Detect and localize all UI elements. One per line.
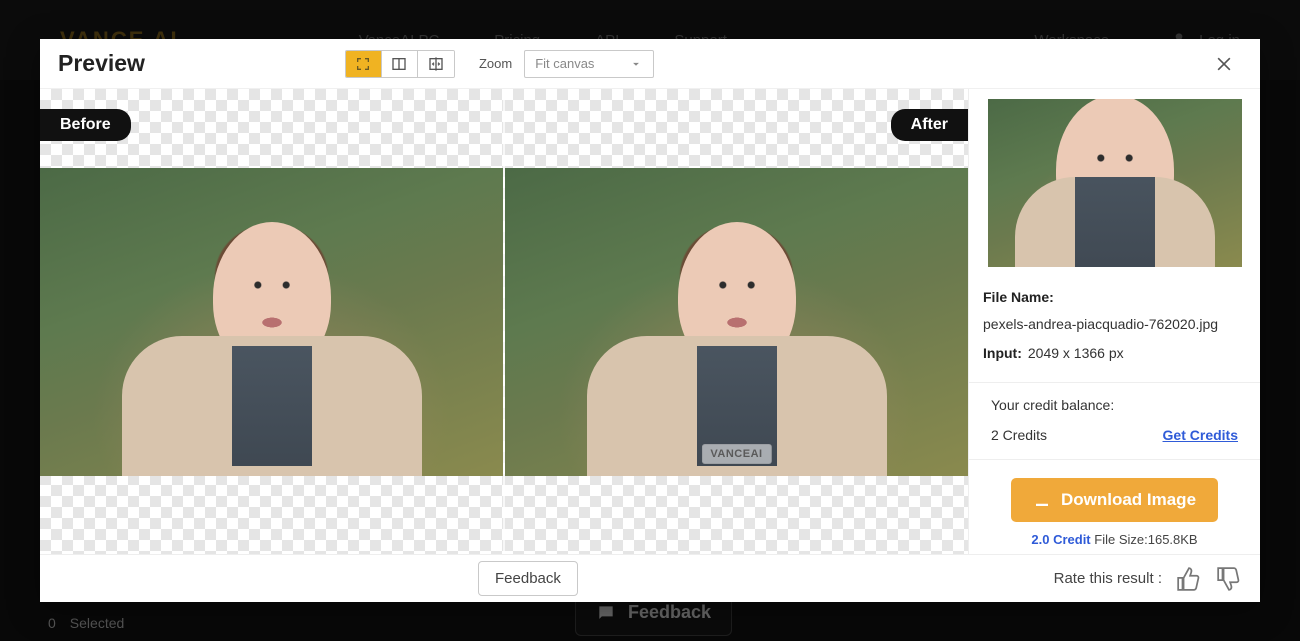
zoom-value: Fit canvas bbox=[535, 56, 594, 71]
view-fullscreen-button[interactable] bbox=[346, 51, 382, 77]
thumbs-down-button[interactable] bbox=[1216, 566, 1242, 592]
modal-footer: Feedback Rate this result : bbox=[40, 554, 1260, 602]
rate-label: Rate this result : bbox=[1054, 570, 1162, 587]
balance-value: 2 Credits bbox=[991, 427, 1047, 443]
input-value: 2049 x 1366 px bbox=[1028, 343, 1124, 364]
balance-label: Your credit balance: bbox=[991, 397, 1238, 413]
thumbs-down-icon bbox=[1216, 566, 1242, 592]
modal-header: Preview Zoom Fit canvas bbox=[40, 39, 1260, 89]
rate-group: Rate this result : bbox=[1054, 566, 1242, 592]
zoom-group: Zoom Fit canvas bbox=[479, 50, 654, 78]
after-image: VANCEAI bbox=[505, 168, 968, 476]
file-meta: File Name: pexels-andrea-piacquadio-7620… bbox=[969, 275, 1260, 383]
view-mode-toggle bbox=[345, 50, 455, 78]
file-name-label: File Name: bbox=[983, 287, 1054, 308]
view-slider-button[interactable] bbox=[418, 51, 454, 77]
view-split-vertical-button[interactable] bbox=[382, 51, 418, 77]
credit-cost: 2.0 Credit bbox=[1031, 532, 1090, 547]
file-size-label: File Size: bbox=[1094, 532, 1147, 547]
after-pane: VANCEAI bbox=[503, 89, 968, 554]
zoom-select[interactable]: Fit canvas bbox=[524, 50, 654, 78]
chevron-down-icon bbox=[629, 57, 643, 71]
preview-modal: Preview Zoom Fit canvas Before bbox=[40, 39, 1260, 602]
get-credits-link[interactable]: Get Credits bbox=[1163, 427, 1238, 443]
sidebar: File Name: pexels-andrea-piacquadio-7620… bbox=[968, 89, 1260, 554]
fullscreen-icon bbox=[355, 56, 371, 72]
modal-body: Before After VANCEAI bbox=[40, 89, 1260, 554]
split-slider-icon bbox=[428, 56, 444, 72]
credits-block: Your credit balance: 2 Credits Get Credi… bbox=[969, 383, 1260, 460]
zoom-label: Zoom bbox=[479, 56, 512, 71]
comparison-canvas[interactable]: Before After VANCEAI bbox=[40, 89, 968, 554]
close-icon bbox=[1214, 54, 1234, 74]
download-button[interactable]: Download Image bbox=[1011, 478, 1218, 522]
file-name-value: pexels-andrea-piacquadio-762020.jpg bbox=[983, 314, 1218, 335]
download-icon bbox=[1033, 491, 1051, 509]
result-thumbnail[interactable] bbox=[988, 99, 1242, 267]
feedback-button[interactable]: Feedback bbox=[478, 561, 578, 596]
thumbs-up-icon bbox=[1176, 566, 1202, 592]
file-size-value: 165.8KB bbox=[1148, 532, 1198, 547]
thumbs-up-button[interactable] bbox=[1176, 566, 1202, 592]
before-image bbox=[40, 168, 503, 476]
watermark: VANCEAI bbox=[701, 444, 771, 464]
download-block: Download Image 2.0 Credit File Size:165.… bbox=[969, 460, 1260, 557]
input-label: Input: bbox=[983, 343, 1022, 364]
before-pane bbox=[40, 89, 503, 554]
modal-title: Preview bbox=[58, 50, 145, 77]
split-vertical-icon bbox=[391, 56, 407, 72]
thumbnail-wrap bbox=[969, 89, 1260, 275]
download-meta: 2.0 Credit File Size:165.8KB bbox=[969, 532, 1260, 547]
close-button[interactable] bbox=[1208, 48, 1240, 80]
download-label: Download Image bbox=[1061, 490, 1196, 510]
